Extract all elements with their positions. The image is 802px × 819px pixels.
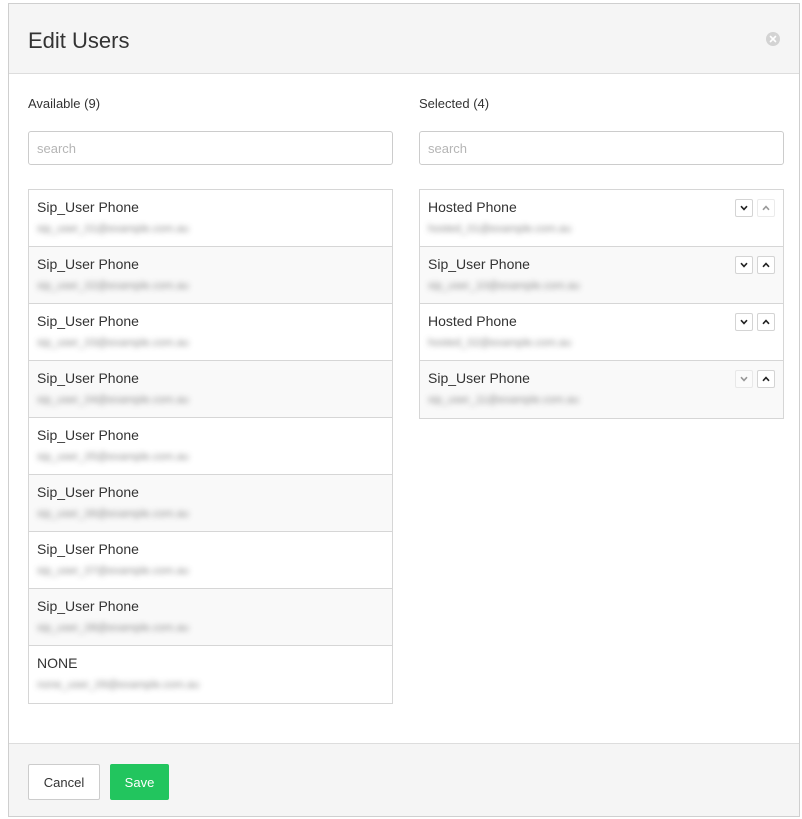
item-name: Sip_User Phone [37, 484, 139, 500]
move-up-button[interactable] [757, 370, 775, 388]
item-name: Sip_User Phone [37, 541, 139, 557]
item-name: Sip_User Phone [37, 199, 139, 215]
modal-footer: Cancel Save [9, 743, 799, 816]
item-subtitle-blurred: hosted_01@example.com.au [428, 223, 572, 235]
move-down-button[interactable] [735, 199, 753, 217]
list-item[interactable]: Hosted Phone hosted_01@example.com.au [420, 190, 783, 247]
selected-list: Hosted Phone hosted_01@example.com.au Sip_… [419, 189, 784, 419]
edit-users-modal: Edit Users Available (9) Sip_User Phone s… [8, 3, 800, 817]
item-subtitle-blurred: sip_user_11@example.com.au [428, 394, 579, 406]
item-name: Sip_User Phone [37, 427, 139, 443]
item-subtitle-blurred: sip_user_03@example.com.au [37, 337, 189, 349]
list-item[interactable]: NONE none_user_09@example.com.au [29, 646, 392, 703]
move-up-button[interactable] [757, 199, 775, 217]
close-button[interactable] [766, 32, 780, 46]
available-label: Available (9) [28, 96, 101, 111]
item-subtitle-blurred: sip_user_10@example.com.au [428, 280, 580, 292]
item-name: Hosted Phone [428, 199, 517, 215]
item-subtitle-blurred: sip_user_05@example.com.au [37, 451, 189, 463]
item-subtitle-blurred: sip_user_02@example.com.au [37, 280, 189, 292]
item-name: Sip_User Phone [428, 370, 530, 386]
item-name: Sip_User Phone [37, 370, 139, 386]
modal-title: Edit Users [28, 28, 130, 53]
chevron-up-icon [762, 205, 770, 211]
item-subtitle-blurred: sip_user_06@example.com.au [37, 508, 189, 520]
order-buttons [735, 199, 775, 217]
move-down-button[interactable] [735, 313, 753, 331]
list-item[interactable]: Hosted Phone hosted_02@example.com.au [420, 304, 783, 361]
order-buttons [735, 370, 775, 388]
item-name: Hosted Phone [428, 313, 517, 329]
list-item[interactable]: Sip_User Phone sip_user_10@example.com.au [420, 247, 783, 304]
cancel-button[interactable]: Cancel [28, 764, 100, 800]
item-name: Sip_User Phone [37, 256, 139, 272]
item-name: Sip_User Phone [37, 313, 139, 329]
move-up-button[interactable] [757, 256, 775, 274]
list-item[interactable]: Sip_User Phone sip_user_05@example.com.au [29, 418, 392, 475]
available-search-input[interactable] [28, 131, 393, 165]
modal-header: Edit Users [9, 4, 799, 74]
chevron-down-icon [740, 205, 748, 211]
chevron-down-icon [740, 376, 748, 382]
order-buttons [735, 313, 775, 331]
item-subtitle-blurred: none_user_09@example.com.au [37, 679, 200, 691]
item-subtitle-blurred: hosted_02@example.com.au [428, 337, 572, 349]
selected-search-input[interactable] [419, 131, 784, 165]
order-buttons [735, 256, 775, 274]
list-item[interactable]: Sip_User Phone sip_user_01@example.com.au [29, 190, 392, 247]
list-item[interactable]: Sip_User Phone sip_user_11@example.com.au [420, 361, 783, 418]
list-item[interactable]: Sip_User Phone sip_user_04@example.com.au [29, 361, 392, 418]
move-down-button[interactable] [735, 370, 753, 388]
list-item[interactable]: Sip_User Phone sip_user_06@example.com.au [29, 475, 392, 532]
item-name: Sip_User Phone [37, 598, 139, 614]
chevron-down-icon [740, 319, 748, 325]
chevron-up-icon [762, 376, 770, 382]
available-list: Sip_User Phone sip_user_01@example.com.au… [28, 189, 393, 704]
chevron-up-icon [762, 319, 770, 325]
item-name: NONE [37, 655, 78, 671]
save-button[interactable]: Save [110, 764, 169, 800]
item-name: Sip_User Phone [428, 256, 530, 272]
move-up-button[interactable] [757, 313, 775, 331]
item-subtitle-blurred: sip_user_07@example.com.au [37, 565, 189, 577]
selected-label: Selected (4) [419, 96, 490, 111]
list-item[interactable]: Sip_User Phone sip_user_03@example.com.au [29, 304, 392, 361]
list-item[interactable]: Sip_User Phone sip_user_02@example.com.au [29, 247, 392, 304]
list-item[interactable]: Sip_User Phone sip_user_08@example.com.au [29, 589, 392, 646]
move-down-button[interactable] [735, 256, 753, 274]
item-subtitle-blurred: sip_user_01@example.com.au [37, 223, 189, 235]
list-item[interactable]: Sip_User Phone sip_user_07@example.com.au [29, 532, 392, 589]
item-subtitle-blurred: sip_user_04@example.com.au [37, 394, 189, 406]
close-icon [769, 35, 777, 43]
chevron-up-icon [762, 262, 770, 268]
chevron-down-icon [740, 262, 748, 268]
item-subtitle-blurred: sip_user_08@example.com.au [37, 622, 189, 634]
